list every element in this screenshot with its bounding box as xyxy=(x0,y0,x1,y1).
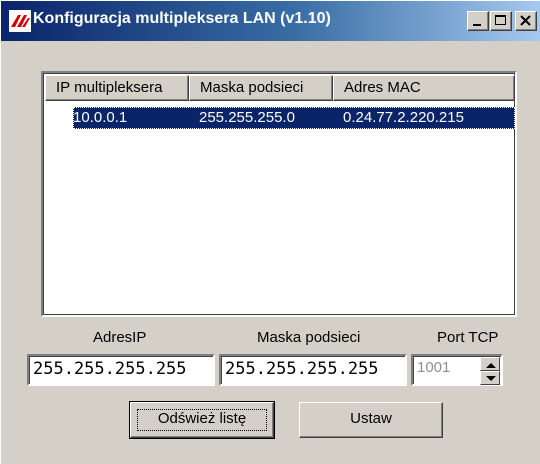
port-spin-up[interactable] xyxy=(480,357,500,371)
list-header: IP multipleksera Maska podsieci Adres MA… xyxy=(45,75,515,101)
title-bar[interactable]: Konfiguracja multipleksera LAN (v1.10) xyxy=(1,1,540,41)
port-label: Port TCP xyxy=(437,329,499,346)
ip-input[interactable]: 255.255.255.255 xyxy=(27,354,215,386)
refresh-button-label: Odśwież listę xyxy=(157,410,247,427)
column-header-ip[interactable]: IP multipleksera xyxy=(45,75,189,101)
app-window: Konfiguracja multipleksera LAN (v1.10) I… xyxy=(0,0,540,464)
maximize-button[interactable] xyxy=(490,11,512,31)
row-ip: 10.0.0.1 xyxy=(73,109,128,126)
row-mask: 255.255.255.0 xyxy=(199,109,295,126)
multiplexer-list[interactable]: IP multipleksera Maska podsieci Adres MA… xyxy=(41,71,517,317)
red-logo-icon xyxy=(9,10,31,32)
mask-input[interactable]: 255.255.255.255 xyxy=(219,354,407,386)
minimize-icon xyxy=(473,24,481,26)
mask-label: Maska podsieci xyxy=(257,329,361,346)
ip-label: AdresIP xyxy=(93,329,147,346)
arrow-down-icon xyxy=(486,376,496,381)
set-button[interactable]: Ustaw xyxy=(299,402,443,438)
refresh-list-button[interactable]: Odśwież listę xyxy=(129,401,275,439)
close-icon xyxy=(520,15,531,26)
column-header-mac[interactable]: Adres MAC xyxy=(333,75,515,101)
port-spin-down[interactable] xyxy=(480,371,500,385)
arrow-up-icon xyxy=(486,363,496,368)
minimize-button[interactable] xyxy=(467,11,489,31)
set-button-label: Ustaw xyxy=(350,410,392,427)
column-header-mask[interactable]: Maska podsieci xyxy=(189,75,333,101)
table-row[interactable]: 10.0.0.1 255.255.255.0 0.24.77.2.220.215 xyxy=(73,107,515,129)
close-button[interactable] xyxy=(515,11,537,31)
row-mac: 0.24.77.2.220.215 xyxy=(343,109,464,126)
maximize-icon xyxy=(495,15,506,25)
window-title: Konfiguracja multipleksera LAN (v1.10) xyxy=(33,10,331,27)
